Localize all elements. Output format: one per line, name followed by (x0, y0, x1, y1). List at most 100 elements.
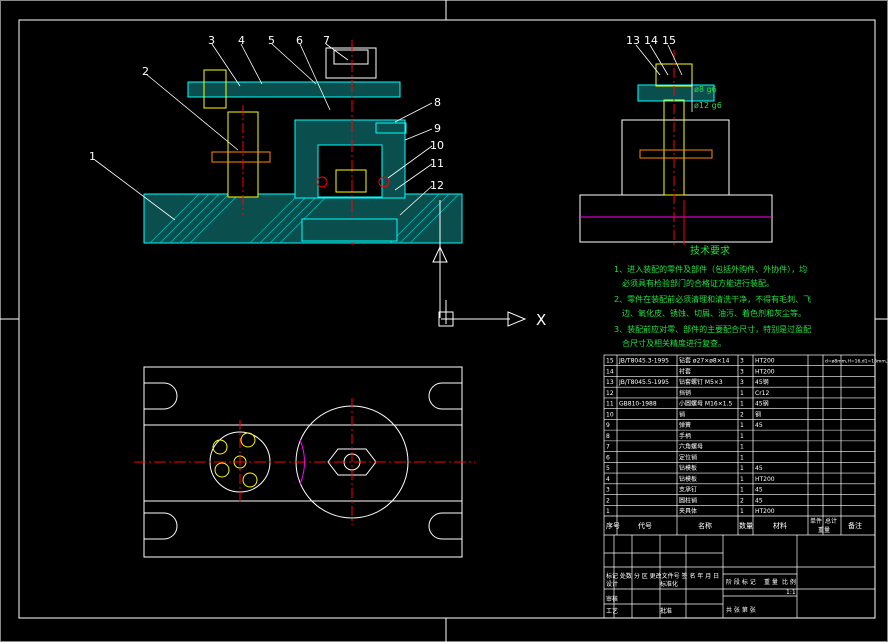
tb-sheets: 共 张 第 张 (726, 606, 756, 614)
note-line-2: 必须具有检验部门的合格证方能进行装配。 (622, 278, 774, 288)
bom-cell-code: JB/T8045.5-1995 (618, 379, 669, 386)
note-line-6: 合尺寸及相关精度进行复查。 (622, 338, 726, 348)
bom-cell-qty: 1 (740, 401, 744, 408)
tb-stage: 阶 段 标 记 (726, 578, 756, 586)
bom-cell-mat: Cr12 (755, 390, 769, 397)
bom-cell-no: 11 (606, 401, 614, 408)
bom-cell-qty: 1 (740, 487, 744, 494)
bom-cell-qty: 1 (740, 390, 744, 397)
bom-cell-mat: HT200 (755, 368, 775, 375)
leader-10: 10 (430, 139, 444, 152)
bom-cell-name: 夹具体 (679, 507, 697, 515)
bom-rows: 15 JB/T8045.3-1995 钻套 ø27×ø8×14 3 HT200 d=ø8m… (604, 357, 888, 515)
bom-cell-mat: HT200 (755, 508, 775, 515)
bom-cell-no: 4 (606, 476, 610, 483)
ucs-icon (438, 300, 527, 327)
cad-drawing-canvas: 1 2 3 4 5 6 7 8 9 10 11 12 X 13 14 15 ø8… (0, 0, 888, 642)
bom-h-note: 备注 (848, 521, 862, 530)
bom-h-qty: 数量 (739, 521, 753, 530)
bom-cell-no: 7 (606, 444, 610, 451)
leader-8: 8 (434, 96, 441, 109)
side-view: 13 14 15 ø8 g6 ø12 g6 (579, 34, 773, 245)
tb-std: 标准化 (660, 580, 678, 588)
bom-cell-no: 14 (606, 368, 614, 375)
bom-h-total: 总计 (825, 517, 837, 525)
bom-h-single: 单件 (810, 517, 822, 525)
bom-cell-mat: HT200 (755, 476, 775, 483)
bom-cell-no: 10 (606, 411, 614, 418)
tb-ratio: 1:1 (786, 589, 796, 596)
bom-cell-no: 15 (606, 358, 614, 365)
bom-h-weight: 重量 (818, 526, 830, 534)
title-block: 标记 处数 分 区 更改文件号 签 名 年 月 日 设计 标准化 审核 工艺 批… (606, 572, 796, 615)
tb-approve: 批准 (660, 607, 672, 615)
bom-cell-name: 钻模板 (679, 475, 697, 483)
bom-cell-mat: 45 (755, 422, 763, 429)
bom-cell-qty: 2 (740, 497, 744, 504)
tb-weight: 重 量 (764, 578, 778, 586)
bom-h-no: 序号 (606, 521, 620, 530)
bom-cell-mat: 45钢 (755, 400, 769, 408)
centering-marks (0, 0, 888, 642)
bom-cell-qty: 1 (740, 422, 744, 429)
dim-d1: ø8 g6 (694, 85, 717, 94)
leader-3: 3 (208, 34, 215, 47)
bom-header: 序号 代号 名称 数量 材料 单件 总计 重量 备注 (606, 517, 862, 534)
bom-cell-name: 手柄 (679, 432, 691, 440)
bom-cell-no: 13 (606, 379, 614, 386)
bom-cell-qty: 1 (740, 454, 744, 461)
bom-cell-mat: 45 (755, 487, 763, 494)
bom-cell-name: 支承钉 (679, 486, 697, 494)
bom-cell-name: 六角螺母 (679, 443, 703, 451)
bom-cell-mat: 45 (755, 497, 763, 504)
bom-cell-qty: 1 (740, 508, 744, 515)
bom-cell-note: d=ø8mm,H=16,d1=16mm,30 (825, 359, 888, 365)
bom-cell-qty: 1 (740, 476, 744, 483)
leader-4: 4 (238, 34, 245, 47)
bom-h-mat: 材料 (773, 521, 787, 530)
bom-cell-no: 1 (606, 508, 610, 515)
leader-1: 1 (89, 150, 96, 163)
bom-cell-name: 圆柱销 (679, 496, 697, 504)
leader-11: 11 (430, 157, 444, 170)
bom-cell-qty: 1 (740, 433, 744, 440)
bom-cell-mat: 45钢 (755, 378, 769, 386)
dim-d2: ø12 g6 (694, 101, 722, 110)
bom-cell-name: 钻套螺钉 M5×3 (679, 378, 723, 386)
bom-cell-no: 9 (606, 422, 610, 429)
leader-5: 5 (268, 34, 275, 47)
bom-cell-name: 小圆螺母 M16×1.5 (679, 400, 732, 408)
bom-cell-name: 挡销 (679, 389, 691, 397)
leader-6: 6 (296, 34, 303, 47)
front-view: 1 2 3 4 5 6 7 8 9 10 11 12 (89, 34, 463, 318)
bom-h-name: 名称 (698, 521, 712, 530)
bom-cell-qty: 3 (740, 379, 744, 386)
bom-cell-no: 2 (606, 497, 610, 504)
bom-cell-qty: 2 (740, 411, 744, 418)
tb-design: 设计 (606, 580, 618, 588)
viewport-border (0, 0, 888, 642)
tech-title: 技术要求 (690, 244, 730, 257)
bom-cell-name: 定位销 (679, 453, 697, 461)
tb-review: 审核 (606, 595, 618, 603)
tb-scale: 比 例 (782, 578, 796, 586)
technical-requirements: 技术要求 1、进入装配的零件及部件（包括外购件、外协件），均 必须具有检验部门的… (614, 244, 811, 348)
axis-x-label: X (536, 311, 546, 329)
note-line-4: 边、氧化皮、锈蚀、切屑、油污、着色剂和灰尘等。 (622, 308, 806, 318)
note-line-3: 2、零件在装配前必须清理和清洗干净，不得有毛刺、飞 (614, 294, 811, 304)
bom-cell-qty: 1 (740, 465, 744, 472)
bom-cell-no: 3 (606, 487, 610, 494)
bom-cell-qty: 3 (740, 358, 744, 365)
leader-15: 15 (662, 34, 676, 47)
note-line-5: 3、装配前应对零、部件的主要配合尺寸，特别是过盈配 (614, 324, 811, 334)
bom-cell-no: 6 (606, 454, 610, 461)
bom-cell-no: 8 (606, 433, 610, 440)
bom-cell-name: 弹簧 (679, 421, 691, 429)
bom-cell-name: 衬套 (679, 367, 691, 375)
bom-cell-qty: 1 (740, 444, 744, 451)
bom-h-code: 代号 (638, 521, 652, 530)
bom-cell-no: 12 (606, 390, 614, 397)
top-view (134, 366, 475, 558)
bom-cell-no: 5 (606, 465, 610, 472)
leader-12: 12 (430, 179, 444, 192)
